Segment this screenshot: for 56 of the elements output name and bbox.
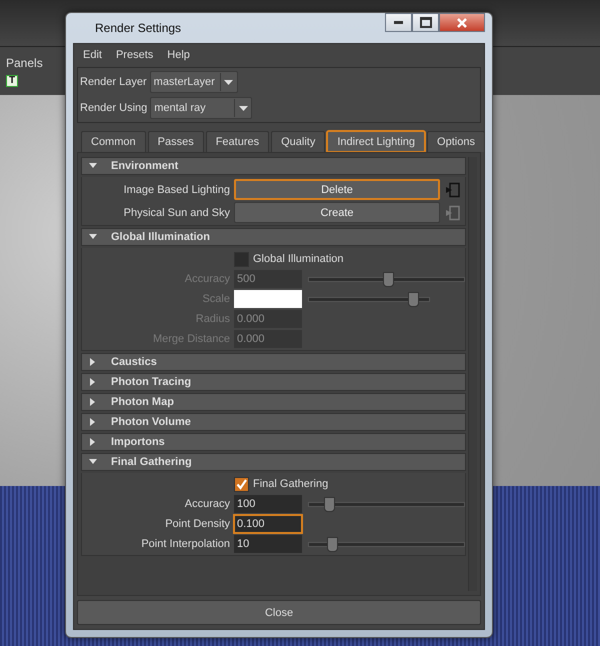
close-icon <box>456 18 468 28</box>
section-header[interactable]: Caustics <box>81 353 466 371</box>
checkbox[interactable] <box>234 252 249 266</box>
maximize-button[interactable] <box>412 13 439 32</box>
window-title: Render Settings <box>94 21 182 35</box>
tab[interactable]: Common <box>81 131 146 152</box>
panels-menu[interactable]: Panels <box>6 56 43 70</box>
text-tool-icon[interactable]: T <box>6 74 18 86</box>
menu-item[interactable]: Presets <box>116 49 154 65</box>
color-swatch[interactable] <box>234 290 302 308</box>
expand-arrow-icon[interactable] <box>89 398 97 406</box>
caret-icon <box>224 80 234 84</box>
action-button[interactable]: Create <box>234 202 440 223</box>
checkbox-label: Final Gathering <box>253 478 328 490</box>
caret-icon <box>238 106 248 110</box>
section-header[interactable]: Importons <box>81 433 466 451</box>
section-header[interactable]: Environment <box>81 157 466 175</box>
render-using-dropdown[interactable]: mental ray <box>150 97 252 119</box>
input-field[interactable]: 100 <box>234 495 302 513</box>
slider-thumb[interactable] <box>324 496 335 512</box>
field-label: Point Density <box>164 518 230 530</box>
field-label: Physical Sun and Sky <box>122 206 230 218</box>
expand-arrow-icon[interactable] <box>89 233 97 241</box>
expand-arrow-icon[interactable] <box>89 162 97 170</box>
menu-item[interactable]: Edit <box>83 49 102 65</box>
checkbox[interactable] <box>234 476 249 492</box>
render-using-label: Render Using <box>80 102 148 114</box>
render-layer-dropdown[interactable]: masterLayer <box>150 71 238 93</box>
expand-arrow-icon[interactable] <box>89 358 97 366</box>
section-header[interactable]: Photon Tracing <box>81 373 466 391</box>
action-button[interactable]: Delete <box>234 179 440 200</box>
section-header[interactable]: Global Illumination <box>81 228 466 246</box>
section-header[interactable]: Photon Map <box>81 393 466 411</box>
expand-arrow-icon[interactable] <box>89 438 97 446</box>
field-label: Point Interpolation <box>140 538 230 550</box>
slider-thumb[interactable] <box>326 536 338 552</box>
field-label: Image Based Lighting <box>122 184 230 196</box>
tab[interactable]: Options <box>427 131 485 152</box>
section-header[interactable]: Final Gathering <box>81 453 466 471</box>
input-field[interactable]: 10 <box>234 535 302 553</box>
input-field[interactable]: 0.100 <box>234 515 302 533</box>
tab[interactable]: Features <box>206 131 270 152</box>
render-layer-label: Render Layer <box>80 76 147 88</box>
tab[interactable]: Quality <box>271 131 326 152</box>
close-window-button[interactable] <box>439 13 485 32</box>
expand-arrow-icon[interactable] <box>89 378 97 386</box>
tab[interactable]: Passes <box>148 131 204 152</box>
minimize-button[interactable] <box>385 13 412 32</box>
menu-item[interactable]: Help <box>167 49 190 65</box>
expand-arrow-icon[interactable] <box>89 458 97 466</box>
section-header[interactable]: Photon Volume <box>81 413 466 431</box>
checkbox-label: Global Illumination <box>253 253 344 265</box>
expand-arrow-icon[interactable] <box>89 418 97 426</box>
close-button[interactable]: Close <box>77 600 481 625</box>
tab[interactable]: Indirect Lighting <box>327 131 426 152</box>
field-label: Accuracy <box>184 498 230 510</box>
